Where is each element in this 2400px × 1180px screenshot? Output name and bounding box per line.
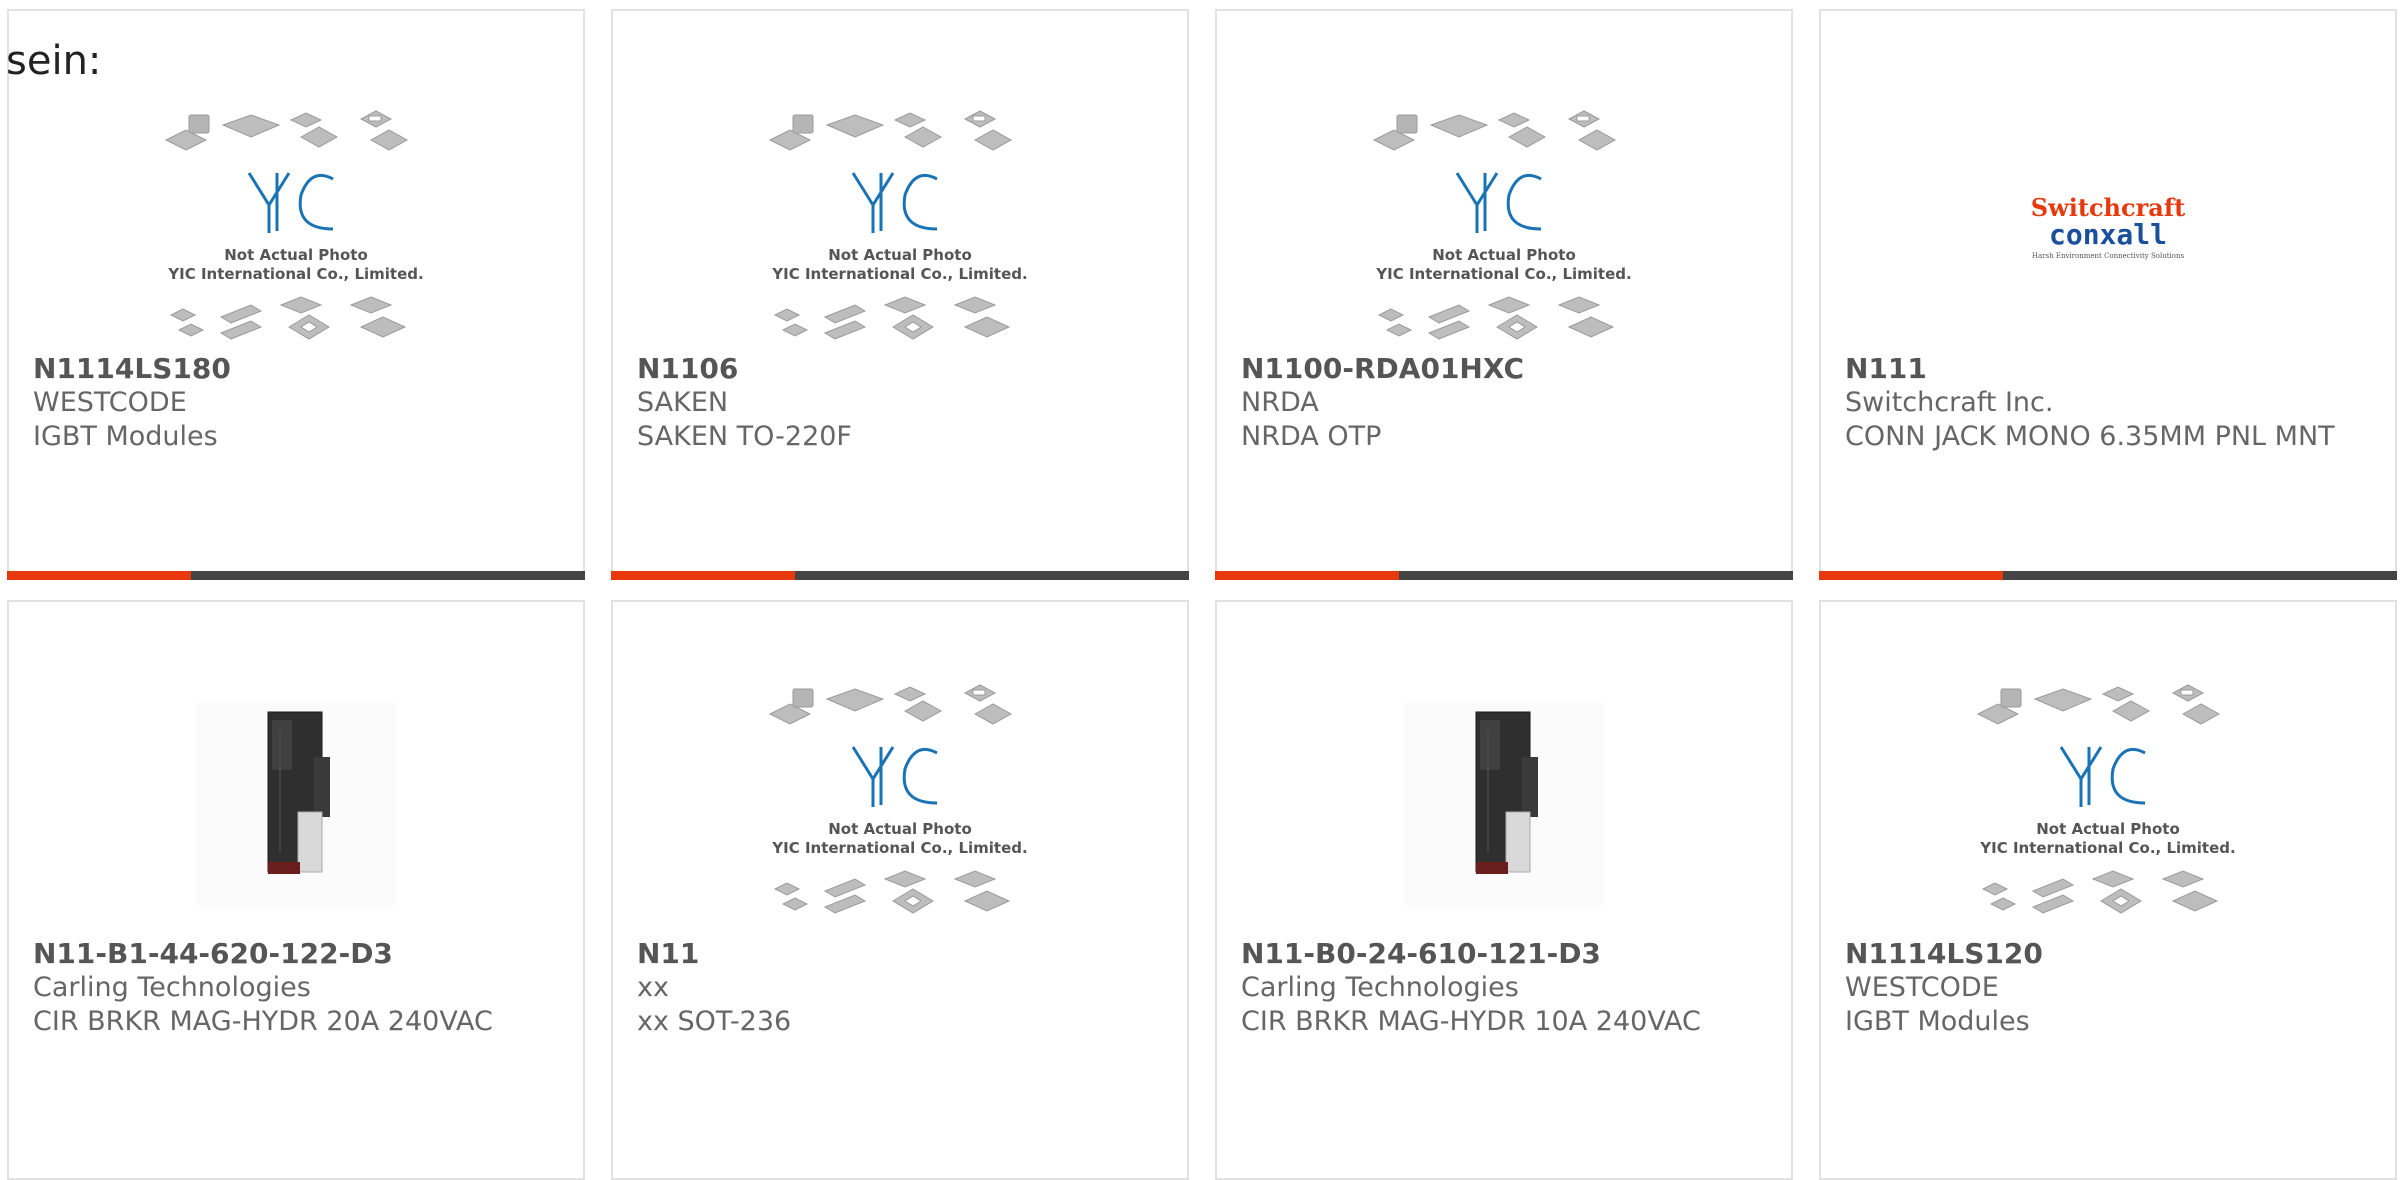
product-meta: N1106 SAKEN SAKEN TO-220F: [637, 352, 1163, 454]
product-image[interactable]: [1217, 668, 1791, 940]
part-number[interactable]: N111: [1845, 352, 2371, 386]
page-label: sein:: [6, 38, 102, 84]
part-number[interactable]: N11-B1-44-620-122-D3: [33, 937, 559, 971]
product-meta: N111 Switchcraft Inc. CONN JACK MONO 6.3…: [1845, 352, 2371, 454]
svg-text:Not Actual Photo: Not Actual Photo: [828, 246, 972, 264]
product-card[interactable]: Not Actual Photo YIC International Co., …: [1819, 600, 2397, 1180]
manufacturer: Carling Technologies: [33, 972, 311, 1003]
not-actual-photo-icon: Not Actual Photo YIC International Co., …: [768, 110, 1028, 340]
part-number[interactable]: N11: [637, 937, 1163, 971]
card-accent-bar: [1215, 571, 1793, 580]
card-accent-bar: [7, 571, 585, 580]
not-actual-photo-icon: Not Actual Photo YIC International Co., …: [1976, 684, 2236, 914]
product-card[interactable]: Switchcraft conxall Harsh Environment Co…: [1819, 9, 2397, 580]
description: NRDA OTP: [1241, 421, 1382, 452]
product-meta: N1114LS180 WESTCODE IGBT Modules: [33, 352, 559, 454]
product-meta: N11-B1-44-620-122-D3 Carling Technologie…: [33, 937, 559, 1039]
not-actual-photo-icon: Not Actual Photo YIC International Co., …: [1372, 110, 1632, 340]
manufacturer: SAKEN: [637, 387, 729, 418]
product-image[interactable]: Not Actual Photo YIC International Co., …: [1821, 668, 2395, 940]
description: CIR BRKR MAG-HYDR 20A 240VAC: [33, 1006, 493, 1037]
product-meta: N1114LS120 WESTCODE IGBT Modules: [1845, 937, 2371, 1039]
description: SAKEN TO-220F: [637, 421, 852, 452]
circuit-breaker-photo: [1404, 701, 1604, 907]
manufacturer: NRDA: [1241, 387, 1319, 418]
svg-text:YIC International Co., Limited: YIC International Co., Limited.: [771, 839, 1027, 857]
product-image[interactable]: [9, 668, 583, 940]
svg-text:Not Actual Photo: Not Actual Photo: [828, 820, 972, 838]
switchcraft-conxall-logo: Switchcraft conxall Harsh Environment Co…: [2031, 193, 2185, 260]
manufacturer: Carling Technologies: [1241, 972, 1519, 1003]
svg-text:YIC International Co., Limited: YIC International Co., Limited.: [1375, 265, 1631, 283]
manufacturer: WESTCODE: [33, 387, 187, 418]
svg-text:YIC International Co., Limited: YIC International Co., Limited.: [1979, 839, 2235, 857]
manufacturer: xx: [637, 972, 669, 1003]
svg-text:Harsh Environment Connectivity: Harsh Environment Connectivity Solutions: [2032, 252, 2185, 260]
card-accent-bar: [611, 571, 1189, 580]
svg-text:conxall: conxall: [2049, 218, 2167, 251]
product-card[interactable]: Not Actual Photo YIC International Co., …: [611, 9, 1189, 580]
part-number[interactable]: N1114LS120: [1845, 937, 2371, 971]
not-actual-photo-icon: Not Actual Photo YIC International Co., …: [164, 110, 424, 340]
product-image[interactable]: Not Actual Photo YIC International Co., …: [613, 99, 1187, 361]
product-image[interactable]: Switchcraft conxall Harsh Environment Co…: [1821, 99, 2395, 361]
svg-text:Not Actual Photo: Not Actual Photo: [1432, 246, 1576, 264]
product-image[interactable]: Not Actual Photo YIC International Co., …: [9, 99, 583, 361]
product-meta: N11-B0-24-610-121-D3 Carling Technologie…: [1241, 937, 1767, 1039]
svg-text:YIC International Co., Limited: YIC International Co., Limited.: [771, 265, 1027, 283]
description: IGBT Modules: [1845, 1006, 2030, 1037]
part-number[interactable]: N1100-RDA01HXC: [1241, 352, 1767, 386]
product-card[interactable]: N11-B0-24-610-121-D3 Carling Technologie…: [1215, 600, 1793, 1180]
part-number[interactable]: N1114LS180: [33, 352, 559, 386]
svg-text:YIC International Co., Limited: YIC International Co., Limited.: [167, 265, 423, 283]
part-number[interactable]: N1106: [637, 352, 1163, 386]
product-image[interactable]: Not Actual Photo YIC International Co., …: [1217, 99, 1791, 361]
description: IGBT Modules: [33, 421, 218, 452]
description: xx SOT-236: [637, 1006, 792, 1037]
description: CONN JACK MONO 6.35MM PNL MNT: [1845, 421, 2335, 452]
svg-text:Not Actual Photo: Not Actual Photo: [224, 246, 368, 264]
card-accent-bar: [1819, 571, 2397, 580]
product-meta: N1100-RDA01HXC NRDA NRDA OTP: [1241, 352, 1767, 454]
part-number[interactable]: N11-B0-24-610-121-D3: [1241, 937, 1767, 971]
description: CIR BRKR MAG-HYDR 10A 240VAC: [1241, 1006, 1701, 1037]
product-card[interactable]: Not Actual Photo YIC International Co., …: [611, 600, 1189, 1180]
product-meta: N11 xx xx SOT-236: [637, 937, 1163, 1039]
circuit-breaker-photo: [196, 701, 396, 907]
product-image[interactable]: Not Actual Photo YIC International Co., …: [613, 668, 1187, 940]
product-card[interactable]: Not Actual Photo YIC International Co., …: [7, 9, 585, 580]
manufacturer: WESTCODE: [1845, 972, 1999, 1003]
manufacturer: Switchcraft Inc.: [1845, 387, 2054, 418]
svg-text:Not Actual Photo: Not Actual Photo: [2036, 820, 2180, 838]
product-card[interactable]: N11-B1-44-620-122-D3 Carling Technologie…: [7, 600, 585, 1180]
product-card[interactable]: Not Actual Photo YIC International Co., …: [1215, 9, 1793, 580]
not-actual-photo-icon: Not Actual Photo YIC International Co., …: [768, 684, 1028, 914]
